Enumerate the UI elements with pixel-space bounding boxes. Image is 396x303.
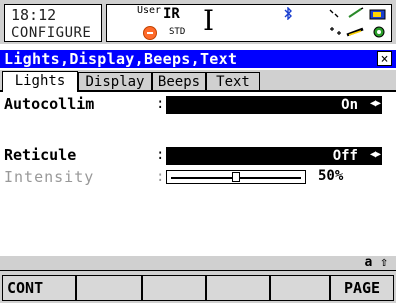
- clock: 18:12: [11, 6, 57, 24]
- pen-icon: [347, 7, 365, 21]
- toggle-arrows-icon[interactable]: ◀▶: [370, 149, 381, 160]
- time-mode-panel: 18:12 CONFIGURE: [4, 4, 102, 42]
- intensity-slider[interactable]: [166, 170, 306, 184]
- autocollim-colon: :: [156, 96, 165, 112]
- std-label: STD: [169, 27, 186, 37]
- status-bar: 18:12 CONFIGURE User IR STD I: [0, 0, 396, 44]
- toggle-arrows-icon[interactable]: ◀▶: [370, 98, 381, 109]
- battery-icon: [369, 8, 387, 22]
- tab-text[interactable]: Text: [206, 72, 260, 90]
- softkey-f2[interactable]: [76, 275, 142, 301]
- input-indicator-bar: a ⇧: [0, 255, 396, 270]
- softkey-bar: CONT PAGE: [0, 270, 396, 303]
- autocollim-value: On: [341, 97, 358, 113]
- target-icon: [143, 26, 157, 40]
- autocollim-select[interactable]: On ◀▶: [166, 96, 382, 114]
- status-icons-panel: User IR STD I: [106, 4, 392, 42]
- intensity-label: Intensity: [4, 168, 95, 186]
- satellite-icon: [329, 27, 343, 39]
- stylus-icon: [345, 25, 367, 39]
- measure-icon: [329, 9, 341, 21]
- reticule-label: Reticule: [4, 146, 77, 164]
- tab-bar: Lights Display Beeps Text: [0, 70, 396, 92]
- reticule-value: Off: [332, 148, 358, 164]
- title-bar: Lights,Display,Beeps,Text ×: [0, 50, 396, 68]
- softkey-f3[interactable]: [142, 275, 206, 301]
- softkey-f4[interactable]: [206, 275, 270, 301]
- tab-display[interactable]: Display: [78, 72, 152, 90]
- intensity-colon: :: [156, 169, 165, 185]
- reticule-colon: :: [156, 147, 165, 163]
- tab-beeps[interactable]: Beeps: [152, 72, 206, 90]
- softkey-f5[interactable]: [270, 275, 330, 301]
- page-button[interactable]: PAGE: [330, 275, 394, 301]
- close-button[interactable]: ×: [377, 51, 392, 67]
- intensity-value: 50%: [318, 168, 344, 184]
- tool-icon: [371, 25, 387, 41]
- settings-panel: Autocollim : On ◀▶ Reticule : Off ◀▶ Int…: [0, 92, 396, 268]
- bluetooth-icon: [283, 6, 293, 22]
- slider-thumb[interactable]: [232, 172, 240, 182]
- case-indicator: a ⇧: [364, 255, 388, 270]
- user-label: User: [137, 5, 162, 16]
- autocollim-label: Autocollim: [4, 95, 95, 113]
- instrument-screen: 18:12 CONFIGURE User IR STD I Lights,Dis…: [0, 0, 396, 303]
- tab-lights[interactable]: Lights: [2, 71, 78, 92]
- page-title: Lights,Display,Beeps,Text: [4, 50, 238, 68]
- mode-label: CONFIGURE: [11, 25, 92, 41]
- face-i-indicator: I: [203, 4, 215, 37]
- ir-label: IR: [163, 6, 180, 22]
- cont-button[interactable]: CONT: [2, 275, 76, 301]
- reticule-select[interactable]: Off ◀▶: [166, 147, 382, 165]
